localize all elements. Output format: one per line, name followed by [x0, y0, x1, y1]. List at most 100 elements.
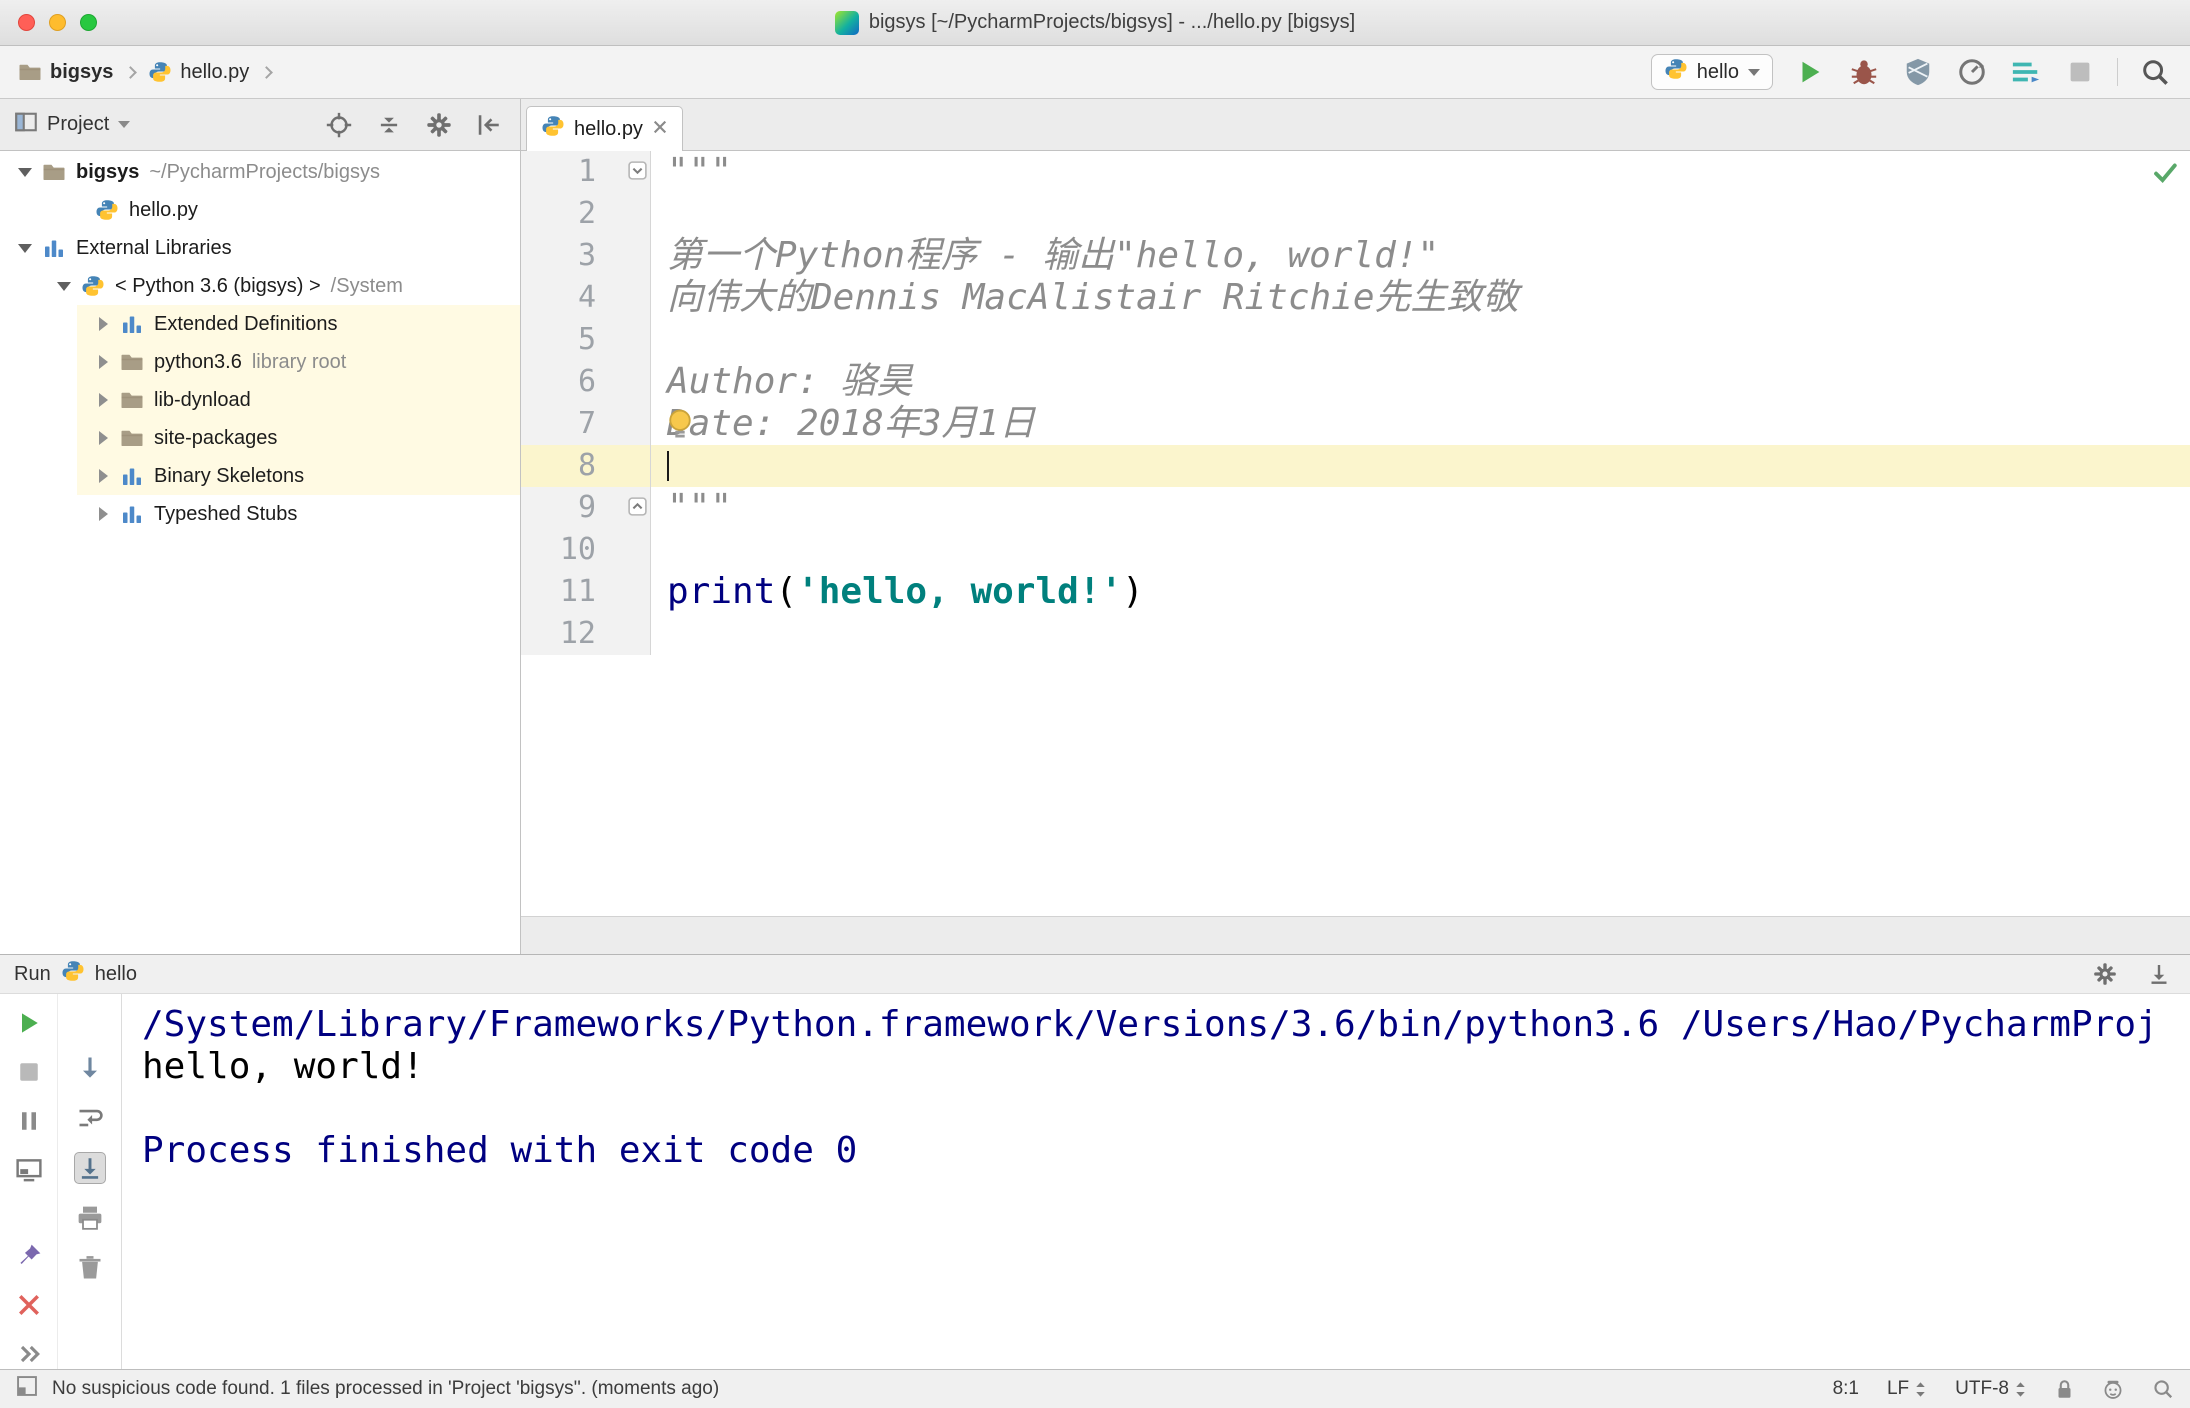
editor-line-3[interactable]: 3 第一个Python程序 - 输出"hello, world!": [521, 235, 2190, 277]
editor-line-6[interactable]: 6 Author: 骆昊: [521, 361, 2190, 403]
scroll-down-button[interactable]: [74, 1052, 106, 1084]
tree-item-external-libraries[interactable]: External Libraries: [0, 229, 520, 267]
line-number[interactable]: 11: [521, 571, 651, 613]
code-line[interactable]: [651, 445, 2190, 487]
tree-item-extended-definitions[interactable]: Extended Definitions: [0, 305, 520, 343]
editor-line-2[interactable]: 2: [521, 193, 2190, 235]
editor-line-1[interactable]: 1 """: [521, 151, 2190, 193]
line-number[interactable]: 6: [521, 361, 651, 403]
editor-tab-hello-py[interactable]: hello.py: [526, 106, 683, 151]
editor-line-12[interactable]: 12: [521, 613, 2190, 655]
tree-item-bigsys[interactable]: bigsys ~/PycharmProjects/bigsys: [0, 153, 520, 191]
fold-marker-icon[interactable]: [628, 497, 647, 516]
disclosure-collapsed-icon[interactable]: [89, 431, 117, 445]
code-line[interactable]: [651, 529, 2190, 571]
concurrency-diagram-button[interactable]: [2009, 55, 2043, 89]
run-button[interactable]: [1793, 55, 1827, 89]
breadcrumb-bigsys[interactable]: bigsys: [18, 60, 113, 84]
line-number[interactable]: 3: [521, 235, 651, 277]
print-console-button[interactable]: [74, 1202, 106, 1234]
disclosure-collapsed-icon[interactable]: [89, 355, 117, 369]
code-line[interactable]: print('hello, world!'): [651, 571, 2190, 613]
run-panel-title[interactable]: Run: [14, 963, 51, 986]
line-number[interactable]: 1: [521, 151, 651, 193]
code-line[interactable]: [651, 613, 2190, 655]
clear-console-button[interactable]: [74, 1252, 106, 1284]
line-number[interactable]: 2: [521, 193, 651, 235]
editor-line-10[interactable]: 10: [521, 529, 2190, 571]
tree-item-typeshed-stubs[interactable]: Typeshed Stubs: [0, 495, 520, 533]
code-line[interactable]: """: [651, 487, 2190, 529]
coverage-button[interactable]: [1901, 55, 1935, 89]
pause-output-button[interactable]: [13, 1105, 45, 1136]
close-run-tab-button[interactable]: [13, 1290, 45, 1321]
code-line[interactable]: [651, 319, 2190, 361]
code-line[interactable]: """: [651, 151, 2190, 193]
tree-item-python3-6[interactable]: python3.6 library root: [0, 343, 520, 381]
close-window-button[interactable]: [18, 14, 35, 31]
disclosure-collapsed-icon[interactable]: [89, 317, 117, 331]
hide-tool-window-button[interactable]: [472, 108, 506, 142]
line-number[interactable]: 10: [521, 529, 651, 571]
code-line[interactable]: [651, 193, 2190, 235]
code-line[interactable]: Author: 骆昊: [651, 361, 2190, 403]
disclosure-expanded-icon[interactable]: [11, 167, 39, 177]
tree-item-hello-py[interactable]: hello.py: [0, 191, 520, 229]
line-separator-widget[interactable]: LF: [1887, 1378, 1927, 1400]
disclosure-expanded-icon[interactable]: [50, 281, 78, 291]
tool-window-switcher-icon[interactable]: [16, 1375, 38, 1403]
code-line[interactable]: Date: 2018年3月1日: [651, 403, 2190, 445]
readonly-lock-icon[interactable]: [2055, 1379, 2074, 1400]
rerun-button[interactable]: [13, 1008, 45, 1039]
code-line[interactable]: 第一个Python程序 - 输出"hello, world!": [651, 235, 2190, 277]
line-number[interactable]: 4: [521, 277, 651, 319]
run-tab-label[interactable]: hello: [95, 963, 137, 986]
editor-line-5[interactable]: 5: [521, 319, 2190, 361]
editor-line-7[interactable]: 7 Date: 2018年3月1日: [521, 403, 2190, 445]
code-line[interactable]: 向伟大的Dennis MacAlistair Ritchie先生致敬: [651, 277, 2190, 319]
line-number[interactable]: 9: [521, 487, 651, 529]
debug-button[interactable]: [1847, 55, 1881, 89]
search-icon[interactable]: [2152, 1378, 2174, 1400]
locate-file-button[interactable]: [322, 108, 356, 142]
collapse-all-button[interactable]: [372, 108, 406, 142]
disclosure-collapsed-icon[interactable]: [89, 469, 117, 483]
tree-item-python-3-6-bigsys[interactable]: < Python 3.6 (bigsys) > /System: [0, 267, 520, 305]
profiler-button[interactable]: [1955, 55, 1989, 89]
chevron-down-icon[interactable]: [118, 121, 131, 128]
breadcrumb-hello-py[interactable]: hello.py: [148, 60, 249, 84]
tree-item-lib-dynload[interactable]: lib-dynload: [0, 381, 520, 419]
soft-wrap-button[interactable]: [74, 1102, 106, 1134]
line-number[interactable]: 8: [521, 445, 651, 487]
disclosure-collapsed-icon[interactable]: [89, 393, 117, 407]
settings-gear-button[interactable]: [422, 108, 456, 142]
run-config-selector[interactable]: hello: [1650, 54, 1773, 90]
run-console-output[interactable]: /System/Library/Frameworks/Python.framew…: [122, 994, 2190, 1369]
pin-tab-button[interactable]: [13, 1241, 45, 1272]
restore-layout-button[interactable]: [13, 1154, 45, 1185]
hide-run-panel-button[interactable]: [2142, 957, 2176, 991]
disclosure-expanded-icon[interactable]: [11, 243, 39, 253]
encoding-widget[interactable]: UTF-8: [1955, 1378, 2027, 1400]
tree-item-binary-skeletons[interactable]: Binary Skeletons: [0, 457, 520, 495]
run-settings-gear-button[interactable]: [2088, 957, 2122, 991]
code-editor[interactable]: 1 """ 2 3 第一个Python程序 - 输出"hello, world!" 4 向伟…: [521, 151, 2190, 916]
editor-line-4[interactable]: 4 向伟大的Dennis MacAlistair Ritchie先生致敬: [521, 277, 2190, 319]
close-tab-icon[interactable]: [652, 118, 668, 141]
hector-inspector-icon[interactable]: [2102, 1378, 2124, 1400]
zoom-window-button[interactable]: [80, 14, 97, 31]
fold-marker-icon[interactable]: [628, 161, 647, 180]
intention-lightbulb-icon[interactable]: [665, 407, 695, 441]
search-everywhere-button[interactable]: [2138, 55, 2172, 89]
editor-line-11[interactable]: 11 print('hello, world!'): [521, 571, 2190, 613]
line-number[interactable]: 7: [521, 403, 651, 445]
tree-item-site-packages[interactable]: site-packages: [0, 419, 520, 457]
line-number[interactable]: 12: [521, 613, 651, 655]
editor-line-8[interactable]: 8: [521, 445, 2190, 487]
minimize-window-button[interactable]: [49, 14, 66, 31]
line-number[interactable]: 5: [521, 319, 651, 361]
caret-position-widget[interactable]: 8:1: [1833, 1378, 1859, 1400]
editor-line-9[interactable]: 9 """: [521, 487, 2190, 529]
project-view-title[interactable]: Project: [47, 113, 109, 136]
more-options-button[interactable]: [13, 1338, 45, 1369]
